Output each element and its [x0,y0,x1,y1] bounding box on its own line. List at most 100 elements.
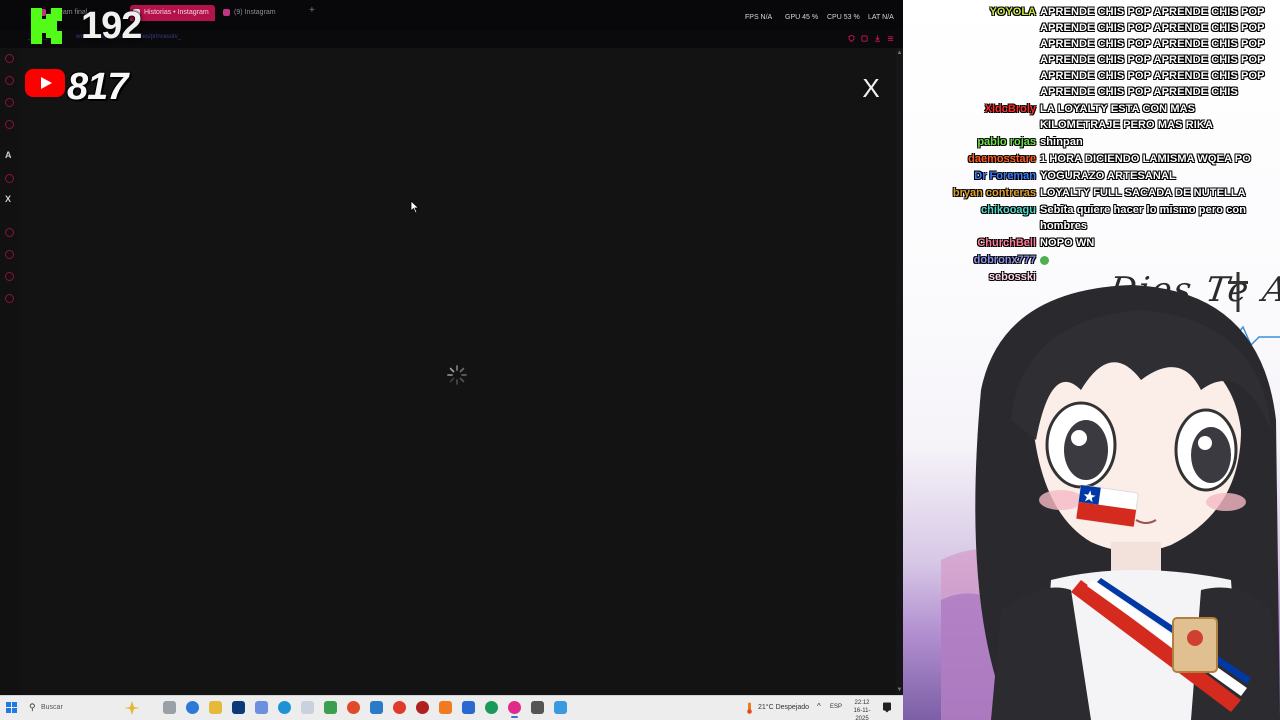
tray-expand-icon[interactable]: ^ [817,702,821,711]
chat-text: NOPO WN [1040,237,1095,249]
shield-icon[interactable] [848,35,855,42]
search-placeholder: Buscar [41,704,63,711]
notification-icon[interactable] [882,702,892,713]
chat-message: pablo rojas shinpan [903,134,1280,150]
obs-app-icon[interactable] [416,701,429,714]
file-explorer-icon[interactable] [209,701,222,714]
chat-message: sebosski [903,269,1280,285]
task-view-icon[interactable] [163,701,176,714]
vtuber-avatar [941,285,1280,720]
chat-message: daemosstare 1 HORA DICIENDO LAMISMA WQEA … [903,151,1280,167]
scroll-up-icon[interactable]: ▲ [896,50,903,56]
emote-icon [1040,255,1049,265]
thermometer-icon [747,702,752,714]
sidebar-arc-icon[interactable]: A [5,150,12,160]
copilot-sparkle-icon[interactable] [122,700,142,716]
sidebar-x-icon[interactable]: X [5,194,11,204]
green-app-icon[interactable] [324,701,337,714]
chat-text: YOGURAZO ARTESANAL [1040,170,1176,182]
chat-text: 1 HORA DICIENDO LAMISMA WQEA PO [1040,153,1251,165]
chat-username[interactable]: Dr Foreman [903,168,1040,184]
chat-username[interactable]: XIdcBroly [903,101,1040,117]
sidebar-instagram-icon[interactable] [5,54,14,63]
sidebar-music-icon[interactable] [5,228,14,237]
chat-username[interactable]: pablo rojas [903,134,1040,150]
youtube-logo-icon [25,69,65,97]
telegram-app-icon[interactable] [554,701,567,714]
blue-app-icon[interactable] [462,701,475,714]
lat-readout: LAT N/A [868,14,894,21]
sidebar-clock-icon[interactable] [5,272,14,281]
chat-text: LA LOYALTY ESTA CON MAS KILOMETRAJE PERO… [1040,103,1214,131]
chat-message: YOYOLA APRENDE CHIS POP APRENDE CHIS POP … [903,4,1280,100]
nvidia-app-icon[interactable] [485,701,498,714]
chat-message: bryan contreras LOYALTY FULL SACADA DE NU… [903,185,1280,201]
clock-date: 16-11-2025 [853,708,871,720]
tab-instagram[interactable]: (9) Instagram [220,5,276,21]
extension-icon[interactable] [861,35,868,42]
chat-text [1040,252,1276,268]
chat-username[interactable]: sebosski [903,269,1040,285]
fps-readout: FPS N/A [745,14,773,21]
chat-message: XIdcBroly LA LOYALTY ESTA CON MAS KILOMET… [903,101,1280,133]
chat-username[interactable]: dobronx777 [903,252,1040,268]
scroll-down-icon[interactable]: ▼ [896,687,903,693]
chile-flag-icon [1076,484,1139,527]
weather-text[interactable]: 21°C Despejado [758,704,809,711]
sidebar-whatsapp-icon[interactable] [5,98,14,107]
chat-text: LOYALTY FULL SACADA DE NUTELLA [1040,187,1246,199]
screen: Stream final Historias • Instagram (9) I… [0,0,1280,720]
chat-text: APRENDE CHIS POP APRENDE CHIS POP APREND… [1040,6,1265,98]
youtube-viewer-count: 817 [67,66,128,108]
chat-message: Dr Foreman YOGURAZO ARTESANAL [903,168,1280,184]
sidebar-messenger-icon[interactable] [5,76,14,85]
sidebar-settings-icon[interactable] [5,294,14,303]
chat-username[interactable]: bryan contreras [903,185,1040,201]
vscode-app-icon[interactable] [232,701,245,714]
chat-username[interactable]: ChurchBell [903,235,1040,251]
tools-app-icon[interactable] [301,701,314,714]
menu-icon[interactable] [887,35,894,42]
taskbar-search-box[interactable]: ⚲ Buscar [22,699,150,717]
tab-label: (9) Instagram [234,9,276,16]
sidebar-history-icon[interactable] [5,250,14,259]
kick-logo-icon [31,8,62,44]
download-icon[interactable] [874,35,881,42]
sidebar-twitch-icon[interactable] [5,174,14,183]
firefox-app-icon[interactable] [347,701,360,714]
chat-text: Sebita quiere hacer lo mismo pero con ho… [1040,204,1247,232]
browser-window: Stream final Historias • Instagram (9) I… [0,0,903,695]
windows-start-icon[interactable] [6,702,17,713]
new-tab-button[interactable]: + [309,5,315,16]
chat-username[interactable]: YOYOLA [903,4,1040,20]
terminal-app-icon[interactable] [531,701,544,714]
search-icon: ⚲ [29,702,36,712]
browser-sidebar: A X [0,48,20,695]
browser-app-icon[interactable] [278,701,291,714]
instagram-icon [223,9,230,16]
chat-list: YOYOLA APRENDE CHIS POP APRENDE CHIS POP … [903,4,1280,286]
orange-app-icon[interactable] [439,701,452,714]
chat-username[interactable]: chikooagu [903,202,1040,218]
kick-viewer-count: 192 [81,5,142,47]
chat-message: ChurchBell NOPO WN [903,235,1280,251]
tab-historias-instagram[interactable]: Historias • Instagram [130,5,215,21]
photos-app-icon[interactable] [255,701,268,714]
taskbar: ⚲ Buscar 21°C Despejado ^ ESP 22:12 16-1… [0,695,903,720]
opera-gx-app-icon[interactable] [508,701,521,718]
clock[interactable]: 22:12 16-11-2025 [847,699,877,720]
loading-spinner-icon [447,365,467,385]
language-indicator[interactable]: ESP [830,704,842,710]
tab-label: Historias • Instagram [144,9,209,16]
cpu-readout: CPU 53 % [827,14,860,21]
scrollbar[interactable]: ▲ ▼ [896,48,903,695]
visual-studio-app-icon[interactable] [370,701,383,714]
edge-app-icon[interactable] [186,701,199,714]
close-story-button[interactable]: X [859,73,883,103]
clock-time: 22:12 [854,700,870,706]
chat-username[interactable]: daemosstare [903,151,1040,167]
chrome-app-icon[interactable] [393,701,406,714]
chat-message: chikooagu Sebita quiere hacer lo mismo pe… [903,202,1280,234]
stream-overlay-panel: Dios Te A YOYOLA APRENDE CHIS POP APREND… [903,0,1280,720]
sidebar-discord-icon[interactable] [5,120,14,129]
